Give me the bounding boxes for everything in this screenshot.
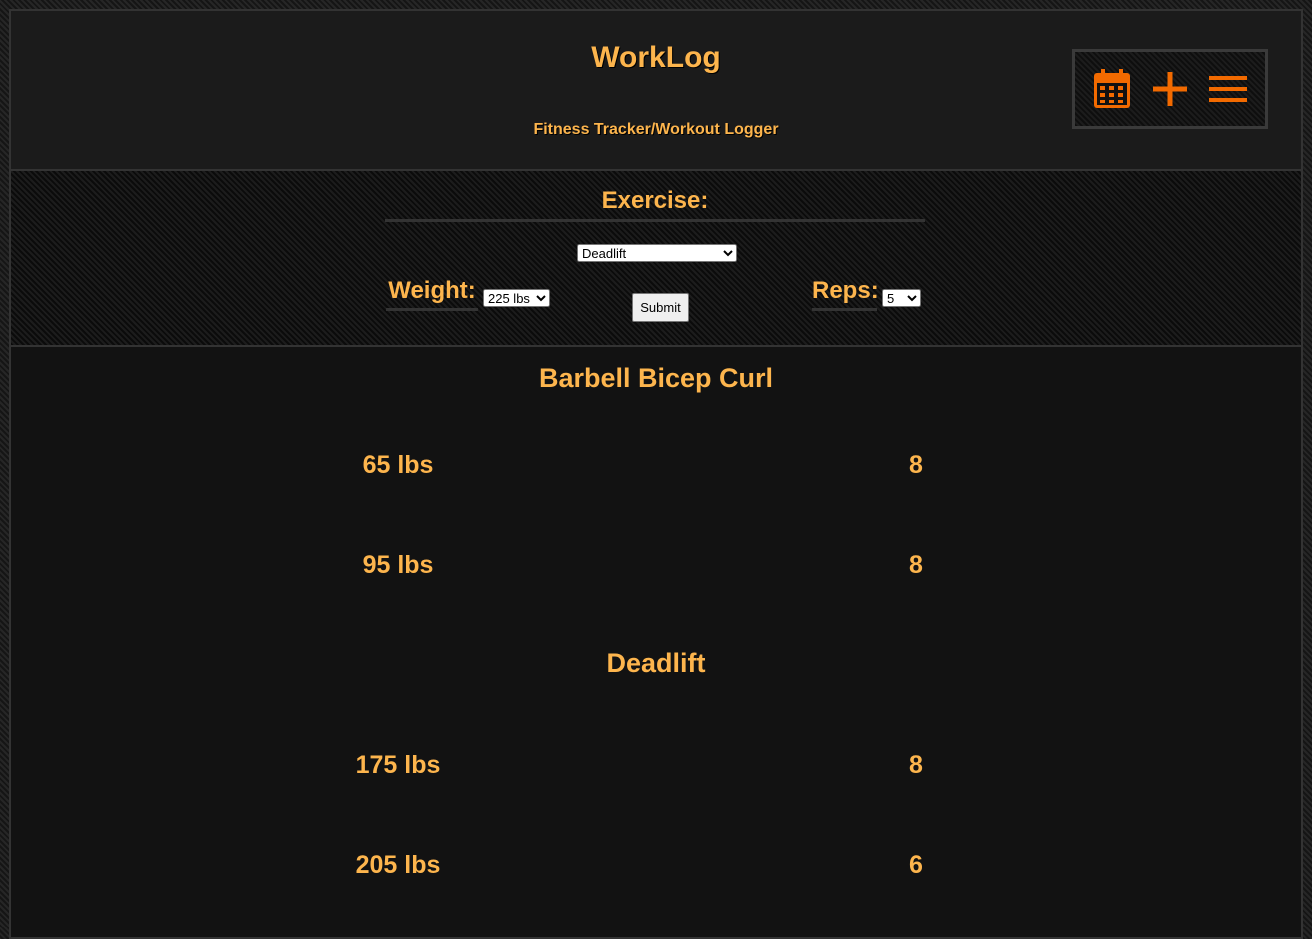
exercise-group-title: Deadlift xyxy=(606,648,706,678)
weight-label: Weight: xyxy=(386,277,478,311)
plus-icon xyxy=(1153,72,1187,106)
app-frame: WorkLog Fitness Tracker/Workout Logger E… xyxy=(9,9,1303,939)
set-reps: 8 xyxy=(909,551,923,579)
set-weight: 175 lbs xyxy=(355,751,441,779)
reps-label: Reps: xyxy=(812,277,879,311)
header: WorkLog Fitness Tracker/Workout Logger xyxy=(11,11,1301,171)
calendar-icon xyxy=(1094,69,1130,108)
add-workout-button[interactable] xyxy=(1149,68,1191,110)
menu-icon xyxy=(1209,76,1247,102)
log-set-form: Exercise: Deadlift Weight: 225 lbs Submi… xyxy=(11,171,1301,347)
set-reps: 8 xyxy=(909,451,923,479)
set-reps: 8 xyxy=(909,751,923,779)
exercise-select[interactable]: Deadlift xyxy=(577,244,737,262)
set-weight: 65 lbs xyxy=(362,451,434,479)
menu-button[interactable] xyxy=(1207,68,1249,110)
exercise-label: Exercise: xyxy=(385,187,925,222)
nav-menu xyxy=(1072,49,1268,129)
exercise-group-title: Barbell Bicep Curl xyxy=(538,363,774,393)
set-weight: 205 lbs xyxy=(355,851,441,879)
calendar-button[interactable] xyxy=(1091,68,1133,110)
weight-select[interactable]: 225 lbs xyxy=(483,289,550,307)
submit-button[interactable]: Submit xyxy=(632,293,689,322)
set-reps: 6 xyxy=(909,851,923,879)
set-weight: 95 lbs xyxy=(362,551,434,579)
reps-select[interactable]: 5 xyxy=(882,289,921,307)
